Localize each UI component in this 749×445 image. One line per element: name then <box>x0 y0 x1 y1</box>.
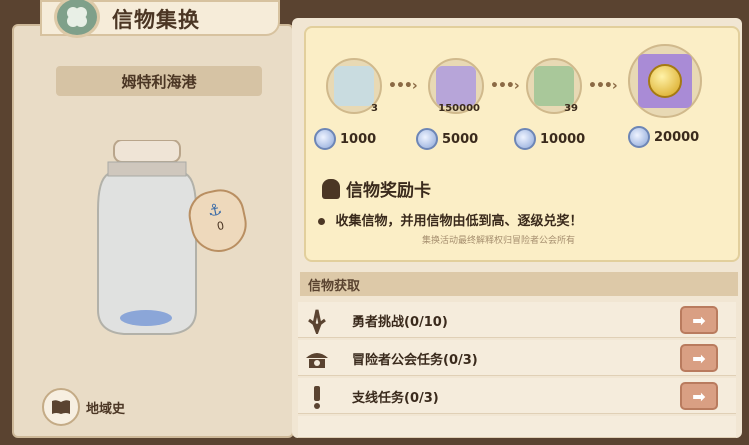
cost-2: 5000 <box>416 128 478 150</box>
clover-icon <box>436 66 476 106</box>
guild-icon <box>306 353 328 368</box>
item-count: 150000 <box>438 103 480 114</box>
coin-icon <box>514 128 536 150</box>
item-count: 39 <box>564 103 578 114</box>
region-history-label: 地域史 <box>86 401 126 417</box>
bullet-icon <box>318 218 325 225</box>
gold-coin-icon <box>638 54 692 108</box>
acquire-row-partial <box>298 416 736 438</box>
card-title-text: 信物奖励卡 <box>346 181 431 201</box>
cost-value: 20000 <box>654 129 700 145</box>
acquire-row-guild[interactable]: 冒险者公会任务(0/3) ➡ <box>298 340 736 376</box>
cost-3: 10000 <box>514 128 585 150</box>
coin-icon <box>416 128 438 150</box>
book-icon <box>42 388 80 426</box>
card-title: 信物奖励卡 <box>322 176 431 201</box>
reward-item-chest[interactable]: 3 <box>326 58 382 114</box>
progress-arrow: •••› <box>388 78 418 94</box>
location-name: 姆特利海港 <box>121 72 197 91</box>
coin-icon <box>314 128 336 150</box>
row-label: 冒险者公会任务(0/3) <box>352 353 478 368</box>
acquire-header: 信物获取 <box>300 272 738 296</box>
go-button[interactable]: ➡ <box>680 344 718 372</box>
sword-icon <box>308 309 326 334</box>
exclamation-icon <box>314 386 320 409</box>
arrow-right-icon: ➡ <box>692 386 706 406</box>
scroll-icon <box>534 66 574 106</box>
region-history-button[interactable]: 地域史 <box>42 388 125 426</box>
progress-arrow: •••› <box>588 78 618 94</box>
row-label: 勇者挑战(0/10) <box>352 315 448 330</box>
page-title: 信物集换 <box>112 8 200 32</box>
cost-4: 20000 <box>628 126 699 148</box>
item-count: 3 <box>371 103 378 114</box>
reward-item-grand[interactable] <box>628 44 702 118</box>
progress-arrow: •••› <box>490 78 520 94</box>
helmet-icon <box>322 178 340 199</box>
card-desc-text: 收集信物，并用信物由低到高、逐级兑奖！ <box>335 214 583 229</box>
anchor-icon: ⚓ <box>205 199 224 221</box>
coin-icon <box>628 126 650 148</box>
location-banner: 姆特利海港 <box>56 66 262 96</box>
chest-icon <box>334 66 374 106</box>
go-button[interactable]: ➡ <box>680 306 718 334</box>
tag-count: 0 <box>215 218 226 234</box>
cost-1: 1000 <box>314 128 376 150</box>
token-jar <box>97 140 197 335</box>
acquire-row-challenge[interactable]: 勇者挑战(0/10) ➡ <box>298 302 736 338</box>
row-label: 支线任务(0/3) <box>352 391 439 406</box>
go-button[interactable]: ➡ <box>680 382 718 410</box>
cost-value: 5000 <box>442 131 479 147</box>
cost-value: 1000 <box>340 131 377 147</box>
reward-item-scroll[interactable]: 39 <box>526 58 582 114</box>
reward-item-clover[interactable]: 150000 <box>428 58 484 114</box>
cost-value: 10000 <box>540 131 586 147</box>
card-description: 收集信物，并用信物由低到高、逐级兑奖！ <box>318 210 583 229</box>
arrow-right-icon: ➡ <box>692 310 706 330</box>
card-note: 集换活动最终解释权归冒险者公会所有 <box>422 236 576 246</box>
acquire-row-side-quest[interactable]: 支线任务(0/3) ➡ <box>298 378 736 414</box>
arrow-right-icon: ➡ <box>692 348 706 368</box>
